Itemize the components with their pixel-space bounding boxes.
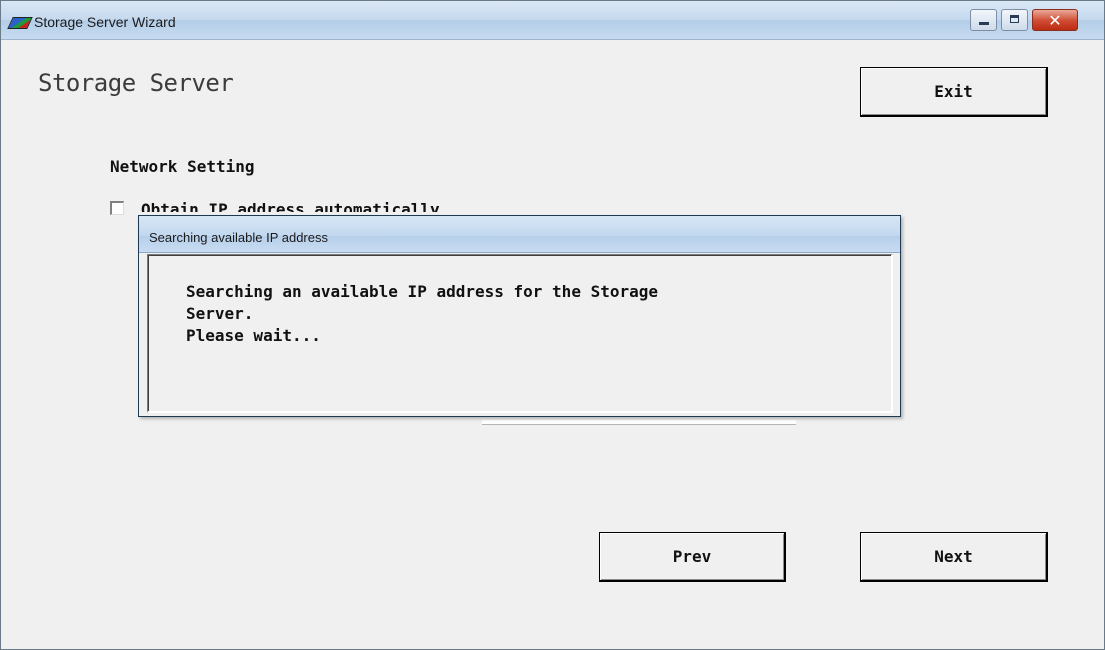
storage-app-icon [7, 17, 33, 29]
network-setting-label: Network Setting [110, 157, 255, 176]
exit-button[interactable]: Exit [860, 67, 1048, 117]
page-title: Storage Server [38, 69, 234, 97]
dialog-title-bar[interactable]: Searching available IP address [139, 216, 900, 253]
auto-ip-checkbox-label[interactable]: Obtain IP address automatically [141, 200, 440, 212]
prev-button[interactable]: Prev [599, 532, 786, 582]
title-bar[interactable]: Storage Server Wizard ✕ [1, 1, 1104, 40]
searching-ip-dialog: Searching available IP address Searching… [138, 215, 901, 417]
auto-ip-checkbox[interactable] [110, 201, 124, 215]
dialog-title: Searching available IP address [149, 230, 328, 245]
window-title: Storage Server Wizard [34, 14, 176, 30]
close-icon: ✕ [1048, 11, 1062, 30]
next-button[interactable]: Next [860, 532, 1048, 582]
dialog-message-panel: Searching an available IP address for th… [147, 254, 893, 413]
hidden-input-field [482, 420, 796, 425]
close-button[interactable]: ✕ [1032, 9, 1078, 31]
maximize-icon [1010, 15, 1019, 23]
maximize-button[interactable] [1001, 9, 1028, 31]
minimize-icon [979, 22, 989, 25]
minimize-button[interactable] [970, 9, 997, 31]
dialog-message: Searching an available IP address for th… [186, 282, 659, 345]
